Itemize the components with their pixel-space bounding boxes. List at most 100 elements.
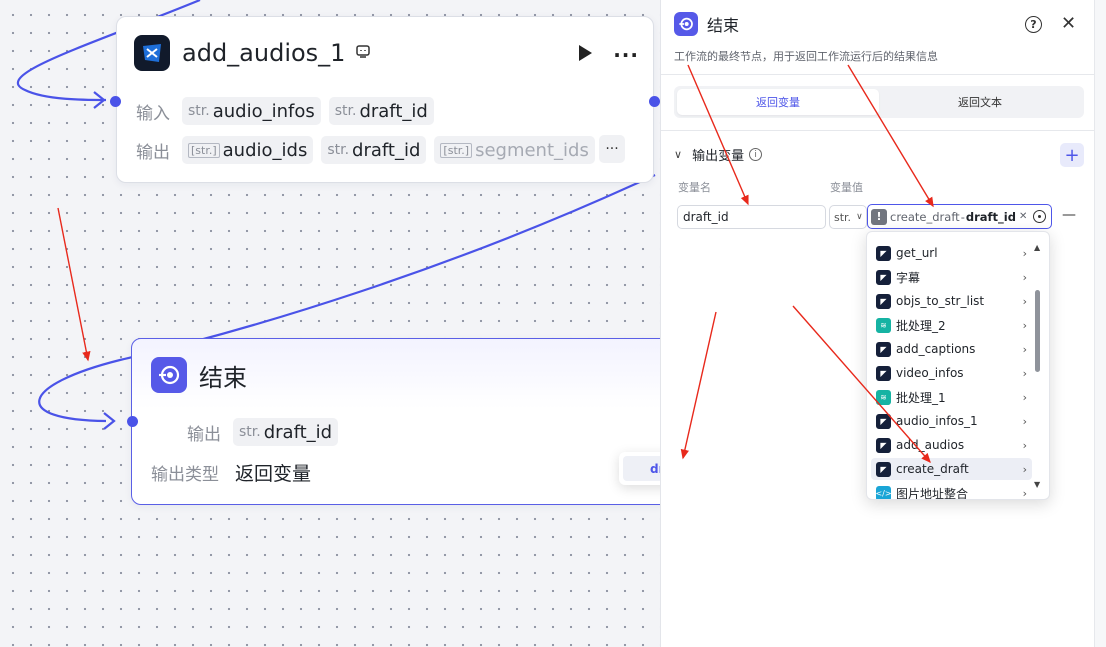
chevron-down-icon[interactable]: ∨	[674, 148, 682, 161]
plugin-icon: ◤	[876, 245, 891, 261]
panel-description: 工作流的最终节点，用于返回工作流运行后的结果信息	[674, 50, 938, 63]
debug-icon[interactable]	[355, 43, 371, 63]
plugin-icon: ◤	[876, 269, 891, 285]
output-label: 输出	[136, 142, 170, 163]
output-chip: [str.] audio_ids	[182, 136, 314, 164]
chevron-right-icon: ›	[1022, 414, 1027, 428]
node-header: add_audios_1	[134, 35, 371, 71]
node-header: 结束	[151, 357, 247, 393]
plugin-icon: ◤	[876, 437, 891, 453]
plugin-icon: ◤	[876, 341, 891, 357]
input-port[interactable]	[127, 416, 138, 427]
input-label: 输入	[136, 103, 170, 124]
chevron-right-icon: ›	[1022, 390, 1027, 404]
node-title: add_audios_1	[182, 39, 346, 67]
tab-return-variable[interactable]: 返回变量	[677, 89, 879, 115]
variable-name-input[interactable]: draft_id	[677, 205, 826, 229]
reference-source: create_draft	[890, 209, 960, 224]
output-chip: [str.] segment_ids	[434, 136, 595, 164]
code-icon: </>	[875, 485, 892, 499]
chevron-right-icon: ›	[1022, 342, 1027, 356]
end-node-icon	[674, 12, 698, 36]
more-icon[interactable]: ···	[613, 43, 639, 67]
chevron-right-icon: ›	[1022, 486, 1027, 500]
dropdown-item[interactable]: ◤ objs_to_str_list ›	[871, 290, 1032, 312]
clear-icon[interactable]: ✕	[1019, 211, 1027, 222]
dropdown-item[interactable]: ◤ add_audios ›	[871, 434, 1032, 456]
section-header[interactable]: ∨ 输出变量 i	[674, 145, 763, 164]
dropdown-item[interactable]: ◤ add_captions ›	[871, 338, 1032, 360]
output-type-label: 输出类型	[151, 465, 219, 485]
wire-arrow	[93, 91, 106, 109]
node-input-row: 输入 str. audio_infos str. draft_id	[136, 97, 442, 125]
warning-icon: !	[871, 208, 887, 225]
chevron-right-icon: ›	[1022, 462, 1027, 476]
add-variable-button[interactable]: +	[1060, 143, 1084, 167]
dropdown-item-selected[interactable]: ◤ create_draft ›	[871, 458, 1032, 480]
section-title: 输出变量	[692, 149, 745, 164]
dropdown-item[interactable]: ◤ get_url ›	[871, 242, 1032, 264]
chevron-right-icon: ›	[1022, 366, 1027, 380]
node-add-audios[interactable]: add_audios_1 ··· 输入 str. audio_infos str.…	[116, 16, 654, 183]
column-header-value: 变量值	[830, 181, 863, 194]
node-reference-dropdown: ▲ ◤ get_url › ◤ 字幕 › ◤ objs_to_str_list › ≋ 批处理…	[866, 231, 1050, 500]
info-icon[interactable]: i	[749, 148, 763, 161]
column-header-name: 变量名	[678, 181, 711, 194]
help-icon[interactable]: ?	[1025, 16, 1042, 33]
node-title: 结束	[199, 363, 247, 392]
dropdown-item[interactable]: ◤ 字幕 ›	[871, 266, 1032, 288]
panel-scrollbar[interactable]	[1094, 0, 1106, 647]
plugin-icon	[134, 35, 170, 71]
node-output-row: 输出 str. draft_id	[187, 418, 346, 446]
reference-separator: -	[960, 209, 965, 224]
plugin-icon: ◤	[876, 365, 891, 381]
divider	[661, 130, 1095, 131]
dropdown-item[interactable]: </> 图片地址整合 ›	[871, 482, 1032, 500]
panel-header: 结束	[674, 12, 739, 36]
output-port[interactable]	[649, 96, 660, 107]
wire-arrow	[103, 412, 116, 430]
output-type-value: 返回变量	[235, 463, 312, 485]
target-icon[interactable]	[1033, 210, 1047, 223]
dropdown-item[interactable]: ≋ 批处理_1 ›	[871, 386, 1032, 408]
output-type-row: 输出类型 返回变量	[151, 459, 311, 486]
plugin-icon: ◤	[876, 461, 891, 477]
divider	[661, 74, 1095, 75]
chevron-right-icon: ›	[1022, 246, 1027, 260]
node-output-row: 输出 [str.] audio_ids str. draft_id [str.] se…	[136, 136, 603, 164]
output-chip: str. draft_id	[233, 418, 339, 446]
batch-icon: ≋	[876, 317, 891, 333]
chevron-right-icon: ›	[1022, 270, 1027, 284]
plugin-icon: ◤	[876, 413, 891, 429]
chevron-right-icon: ›	[1022, 318, 1027, 332]
more-outputs-button[interactable]: ···	[599, 135, 625, 163]
input-chip: str. draft_id	[328, 97, 434, 125]
panel-title: 结束	[707, 16, 740, 35]
output-mode-tabs: 返回变量 返回文本	[674, 86, 1084, 118]
dropdown-item[interactable]: ◤ audio_infos_1 ›	[871, 410, 1032, 432]
tab-return-text[interactable]: 返回文本	[879, 89, 1081, 115]
type-select[interactable]: str. ∨	[829, 205, 867, 229]
chevron-right-icon: ›	[1022, 294, 1027, 308]
end-node-icon	[151, 357, 187, 393]
batch-icon: ≋	[876, 389, 891, 405]
annotation-arrow	[57, 207, 91, 362]
scroll-up-icon[interactable]: ▲	[1034, 243, 1040, 252]
play-icon[interactable]	[577, 43, 593, 67]
node-actions: ···	[577, 43, 639, 67]
plugin-icon: ◤	[876, 293, 891, 309]
output-chip: str. draft_id	[321, 136, 427, 164]
scroll-down-icon[interactable]: ▼	[1034, 480, 1040, 489]
reference-field: draft_id	[965, 209, 1016, 224]
output-label: 输出	[187, 424, 221, 445]
input-port[interactable]	[110, 96, 121, 107]
close-icon[interactable]: ✕	[1061, 13, 1076, 34]
variable-reference-field[interactable]: ! create_draft - draft_id ✕	[867, 204, 1052, 229]
node-end[interactable]: 结束 输出 str. draft_id 输出类型 返回变量	[131, 338, 671, 505]
remove-variable-button[interactable]: —	[1062, 207, 1076, 223]
dropdown-item[interactable]: ◤ video_infos ›	[871, 362, 1032, 384]
input-chip: str. audio_infos	[182, 97, 321, 125]
dropdown-scrollbar[interactable]	[1035, 290, 1040, 372]
chevron-right-icon: ›	[1022, 438, 1027, 452]
dropdown-item[interactable]: ≋ 批处理_2 ›	[871, 314, 1032, 336]
